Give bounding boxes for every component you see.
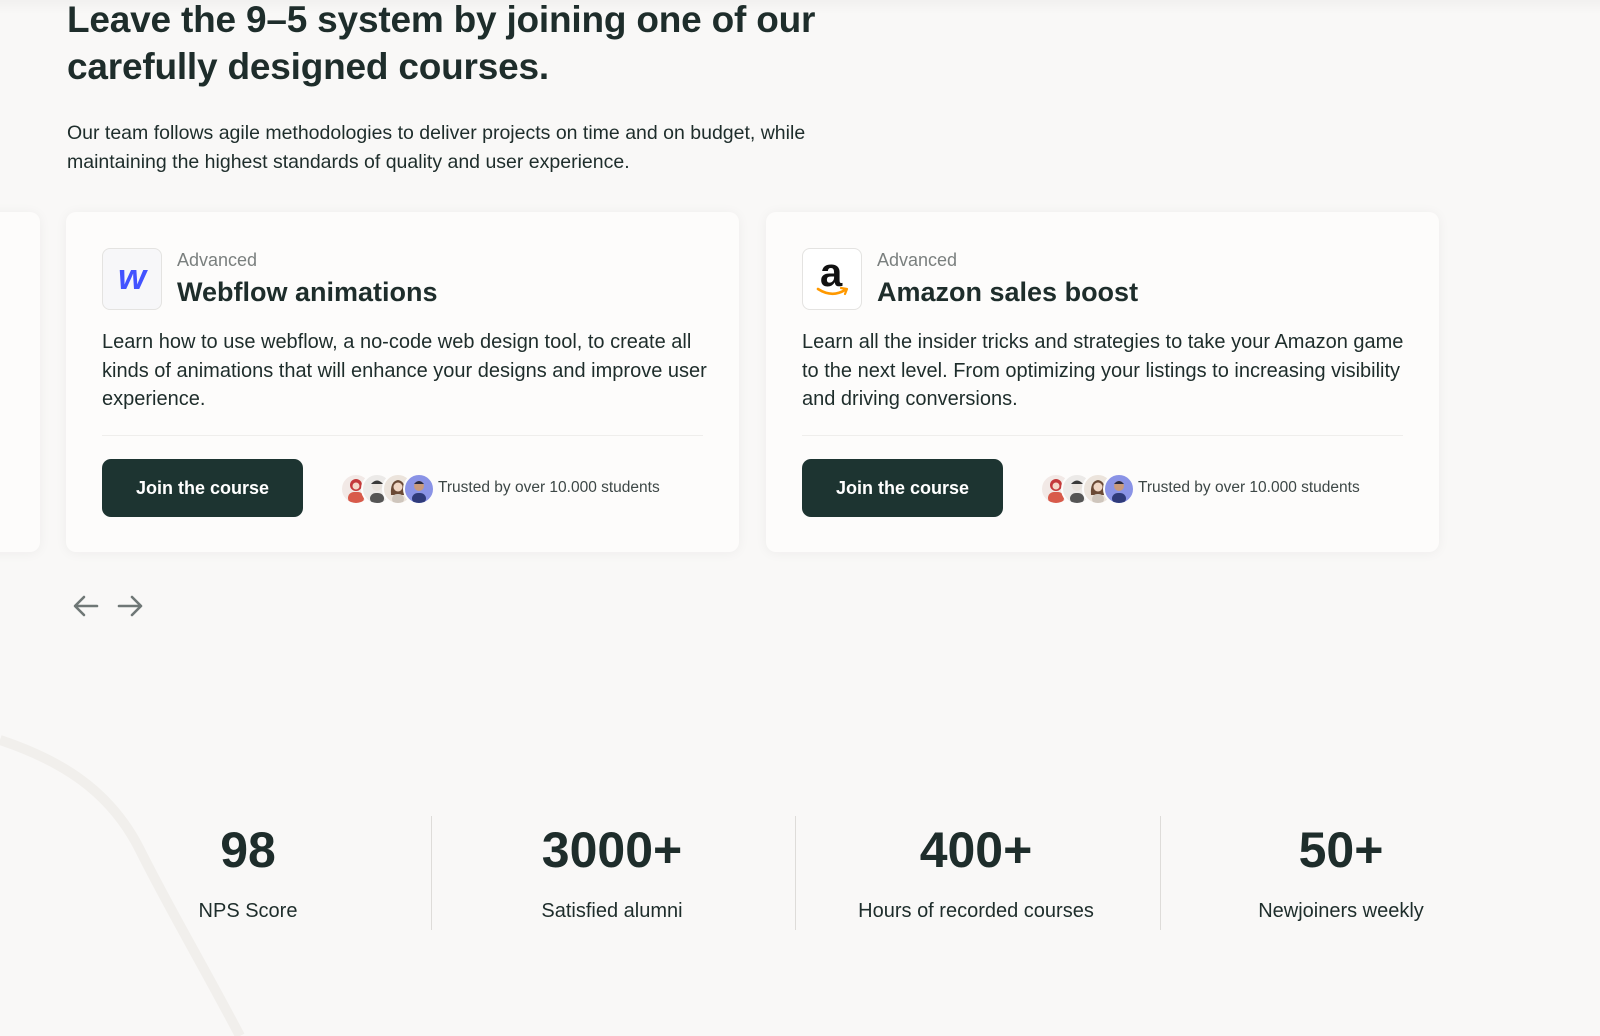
carousel-prev-button[interactable] bbox=[71, 591, 101, 621]
avatar bbox=[403, 473, 435, 505]
stat-value: 98 bbox=[220, 822, 276, 878]
amazon-logo-mark: a bbox=[812, 251, 852, 301]
course-card-webflow: w Advanced Webflow animations Learn how … bbox=[66, 212, 739, 552]
carousel-next-button[interactable] bbox=[115, 591, 145, 621]
stat-value: 50+ bbox=[1298, 822, 1384, 878]
page-headline: Leave the 9–5 system by joining one of o… bbox=[67, 0, 816, 87]
stat-label: Hours of recorded courses bbox=[858, 900, 1094, 922]
course-description: Learn how to use webflow, a no-code web … bbox=[102, 331, 707, 410]
stat-nps: 98 NPS Score bbox=[66, 820, 430, 923]
stat-hours: 400+ Hours of recorded courses bbox=[794, 820, 1158, 923]
stat-label: Satisfied alumni bbox=[541, 900, 683, 922]
stat-alumni: 3000+ Satisfied alumni bbox=[430, 820, 794, 923]
stat-value: 400+ bbox=[919, 822, 1033, 878]
avatar bbox=[1103, 473, 1135, 505]
card-divider bbox=[802, 435, 1403, 436]
card-divider bbox=[102, 435, 703, 436]
stat-value: 3000+ bbox=[541, 822, 683, 878]
trusted-text: Trusted by over 10.000 students bbox=[438, 479, 660, 496]
join-course-button[interactable]: Join the course bbox=[102, 459, 303, 517]
intro-paragraph: Our team follows agile methodologies to … bbox=[67, 122, 806, 173]
previous-course-card[interactable] bbox=[0, 212, 40, 552]
course-level: Advanced bbox=[877, 250, 958, 270]
course-card-amazon: a Advanced Amazon sales boost Learn all … bbox=[766, 212, 1439, 552]
amazon-logo-icon: a bbox=[802, 248, 862, 310]
join-course-button[interactable]: Join the course bbox=[802, 459, 1003, 517]
webflow-logo-icon: w bbox=[102, 248, 162, 310]
stat-label: NPS Score bbox=[198, 900, 298, 922]
stat-newjoiners: 50+ Newjoiners weekly bbox=[1159, 820, 1523, 923]
course-level: Advanced bbox=[177, 250, 258, 270]
student-avatars bbox=[340, 473, 435, 505]
webflow-logo-letter: w bbox=[117, 256, 146, 297]
course-description: Learn all the insider tricks and strateg… bbox=[802, 331, 1404, 410]
course-title: Webflow animations bbox=[177, 277, 438, 307]
course-title: Amazon sales boost bbox=[877, 277, 1139, 307]
trusted-text: Trusted by over 10.000 students bbox=[1138, 479, 1360, 496]
arrow-right-icon bbox=[117, 595, 143, 617]
amazon-smile-icon bbox=[816, 286, 849, 296]
arrow-left-icon bbox=[73, 595, 99, 617]
page: Leave the 9–5 system by joining one of o… bbox=[0, 0, 1600, 1036]
student-avatars bbox=[1040, 473, 1135, 505]
stat-label: Newjoiners weekly bbox=[1258, 900, 1424, 922]
